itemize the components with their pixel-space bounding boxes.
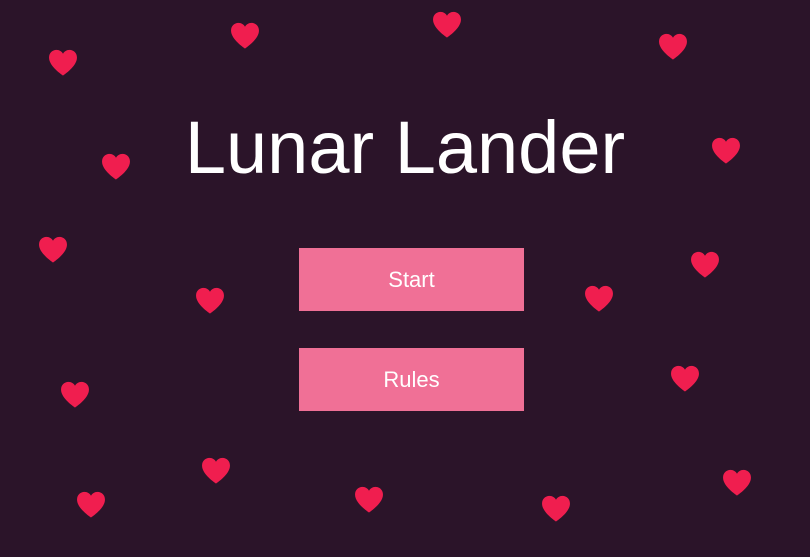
heart-icon bbox=[670, 365, 700, 392]
heart-icon bbox=[354, 486, 384, 513]
heart-icon bbox=[38, 236, 68, 263]
heart-icon bbox=[711, 137, 741, 164]
heart-icon bbox=[201, 457, 231, 484]
heart-icon bbox=[48, 49, 78, 76]
heart-icon bbox=[658, 33, 688, 60]
heart-icon bbox=[195, 287, 225, 314]
heart-icon bbox=[76, 491, 106, 518]
heart-icon bbox=[60, 381, 90, 408]
heart-icon bbox=[722, 469, 752, 496]
heart-icon bbox=[432, 11, 462, 38]
heart-icon bbox=[690, 251, 720, 278]
start-button[interactable]: Start bbox=[299, 248, 524, 311]
heart-icon bbox=[101, 153, 131, 180]
heart-icon bbox=[230, 22, 260, 49]
heart-icon bbox=[541, 495, 571, 522]
rules-button[interactable]: Rules bbox=[299, 348, 524, 411]
heart-icon bbox=[584, 285, 614, 312]
